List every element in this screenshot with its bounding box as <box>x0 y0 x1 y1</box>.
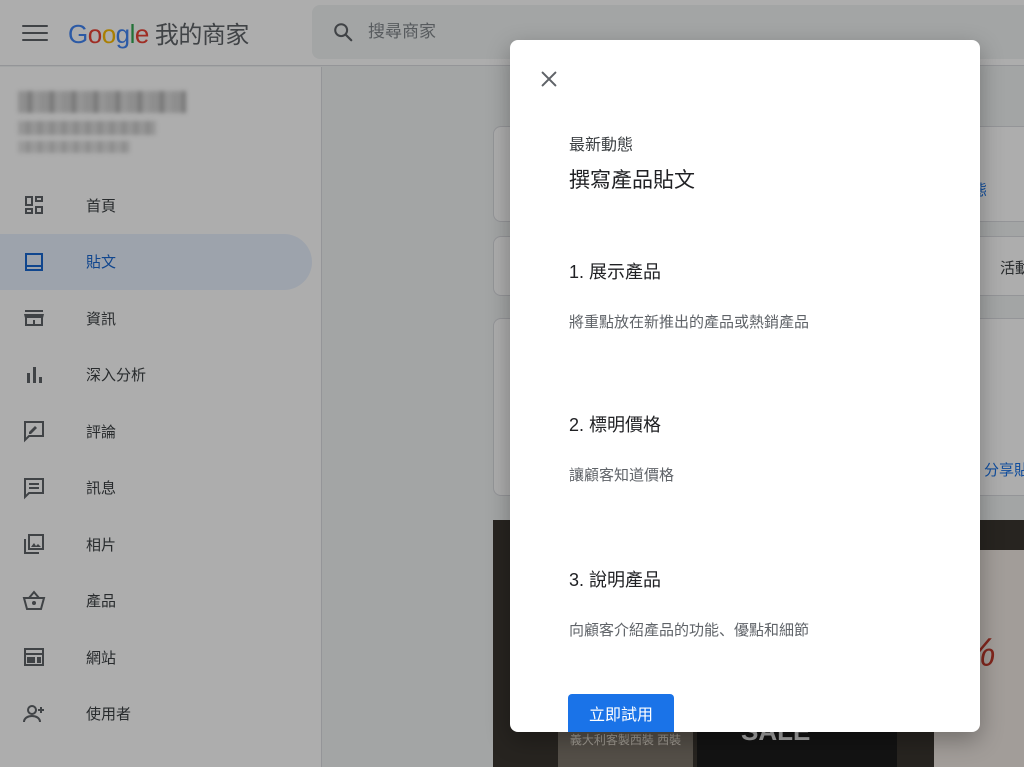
dialog-title: 撰寫產品貼文 <box>569 169 695 192</box>
step-description: 將重點放在新推出的產品或熱銷產品 <box>569 314 810 331</box>
close-icon[interactable] <box>538 68 560 90</box>
step-title: 3. 說明產品 <box>569 570 662 590</box>
step-description: 讓顧客知道價格 <box>569 467 675 484</box>
step-title: 2. 標明價格 <box>569 415 662 435</box>
dialog-section-label: 最新動態 <box>569 137 634 154</box>
product-post-dialog: 最新動態 撰寫產品貼文 1. 展示產品 將重點放在新推出的產品或熱銷產品 2. … <box>510 40 980 732</box>
step-title: 1. 展示產品 <box>569 262 662 282</box>
try-now-button[interactable]: 立即試用 <box>568 694 674 732</box>
step-description: 向顧客介紹產品的功能、優點和細節 <box>569 622 810 639</box>
